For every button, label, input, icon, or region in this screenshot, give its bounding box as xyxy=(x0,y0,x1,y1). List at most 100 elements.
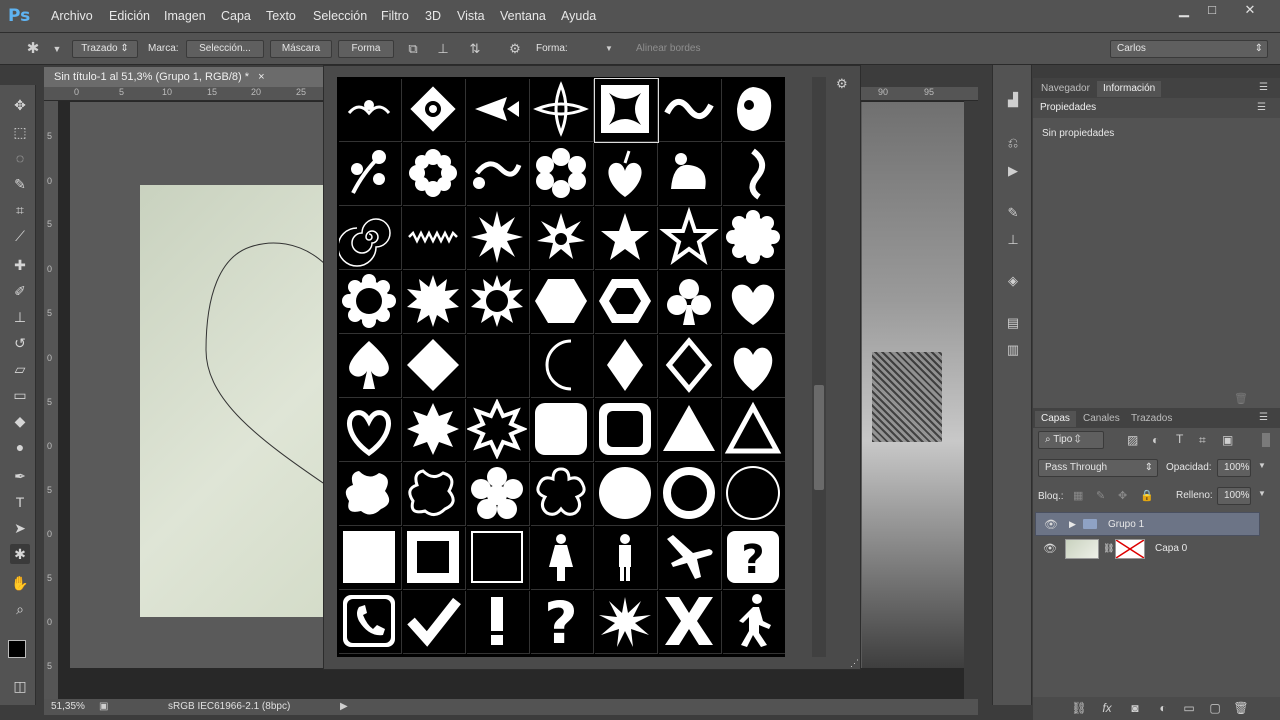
link-layers-icon[interactable]: ⛓ xyxy=(1071,701,1087,717)
close-icon[interactable]: ✕ xyxy=(1236,2,1264,20)
shape-exclamation[interactable] xyxy=(467,591,530,654)
shape-ornament-1[interactable] xyxy=(339,79,402,142)
path-select-tool-icon[interactable]: ➤ xyxy=(10,518,30,538)
shape-ring[interactable] xyxy=(659,463,722,526)
trash-icon[interactable]: 🗑 xyxy=(1233,701,1249,717)
add-mask-icon[interactable]: ◙ xyxy=(1127,701,1143,717)
shape-heart-outline[interactable] xyxy=(339,399,402,462)
adjustment-layer-icon[interactable]: ◐ xyxy=(1155,701,1171,717)
shape-ornament-2[interactable] xyxy=(403,79,466,142)
shape-heart-2[interactable] xyxy=(723,335,785,398)
image-filter-icon[interactable]: ▨ xyxy=(1127,433,1138,447)
shape-floral-4[interactable] xyxy=(723,143,785,206)
shape-x[interactable] xyxy=(659,591,722,654)
3d-cube-icon[interactable]: ◈ xyxy=(1003,271,1023,291)
path-operations-icon[interactable]: ⧉ xyxy=(404,41,422,57)
gear-icon[interactable]: ⚙ xyxy=(836,76,848,92)
brush-preset-icon[interactable]: ✎ xyxy=(1003,203,1023,223)
shape-seal-2[interactable] xyxy=(467,271,530,334)
zoom-tool-icon[interactable]: ⌕ xyxy=(10,599,30,619)
menu-edicion[interactable]: Edición xyxy=(109,9,150,23)
shape-flower-2[interactable] xyxy=(531,143,594,206)
shape-square[interactable] xyxy=(339,527,402,590)
filter-toggle[interactable] xyxy=(1262,433,1270,447)
mask-button[interactable]: Máscara xyxy=(270,40,332,58)
chevron-down-icon[interactable]: ▼ xyxy=(600,41,618,57)
eraser-tool-icon[interactable]: ▱ xyxy=(10,359,30,379)
lock-transparent-icon[interactable]: ▦ xyxy=(1073,489,1083,502)
menu-capa[interactable]: Capa xyxy=(221,9,251,23)
lock-all-icon[interactable]: 🔒 xyxy=(1140,489,1154,502)
scrollbar-track[interactable] xyxy=(812,77,826,657)
layer-row[interactable]: 👁 ⛓ Capa 0 xyxy=(1035,537,1260,561)
history-icon[interactable]: ⎌ xyxy=(1003,133,1023,153)
selection-button[interactable]: Selección... xyxy=(186,40,264,58)
tab-capas[interactable]: Capas xyxy=(1035,411,1076,427)
tab-informacion[interactable]: Información xyxy=(1097,81,1162,97)
shape-ornament-4[interactable] xyxy=(531,79,594,142)
shape-flower-5[interactable] xyxy=(467,463,530,526)
quick-mask-icon[interactable]: ◫ xyxy=(10,676,30,696)
type-tool-icon[interactable]: T xyxy=(10,492,30,512)
shape-man[interactable] xyxy=(595,527,658,590)
workspace-select[interactable]: Carlos ⇕ xyxy=(1110,40,1268,58)
menu-ventana[interactable]: Ventana xyxy=(500,9,546,23)
shape-button[interactable]: Forma xyxy=(338,40,394,58)
shape-flower-1[interactable] xyxy=(403,143,466,206)
menu-3d[interactable]: 3D xyxy=(425,9,441,23)
menu-seleccion[interactable]: Selección xyxy=(313,9,367,23)
shape-star-5[interactable] xyxy=(595,207,658,270)
shape-heart[interactable] xyxy=(723,271,785,334)
shape-ornament-3[interactable] xyxy=(467,79,530,142)
shape-phone-box[interactable] xyxy=(339,591,402,654)
new-layer-icon[interactable]: ▢ xyxy=(1207,701,1223,717)
marquee-tool-icon[interactable]: ⬚ xyxy=(10,122,30,142)
chevron-down-icon[interactable]: ▼ xyxy=(48,41,66,57)
chevron-down-icon[interactable]: ▼ xyxy=(1258,461,1266,470)
fill-input[interactable]: 100% xyxy=(1217,487,1251,505)
shape-airplane[interactable] xyxy=(659,527,722,590)
document-info-icon[interactable]: ▣ xyxy=(99,701,108,712)
mode-select[interactable]: Trazado ⇕ xyxy=(72,40,138,58)
custom-shape-tool-icon[interactable]: ✱ xyxy=(10,544,30,564)
play-icon[interactable]: ▶ xyxy=(340,701,348,712)
eyedropper-tool-icon[interactable]: ⟋ xyxy=(10,226,30,246)
shape-ornament-5[interactable] xyxy=(594,78,659,143)
shape-square-frame-thin[interactable] xyxy=(467,527,530,590)
pen-tool-icon[interactable]: ✒ xyxy=(10,466,30,486)
healing-brush-tool-icon[interactable]: ✚ xyxy=(10,255,30,275)
menu-vista[interactable]: Vista xyxy=(457,9,485,23)
type-filter-icon[interactable]: T xyxy=(1176,432,1183,446)
actions-icon[interactable]: ▶ xyxy=(1003,161,1023,181)
mask-thumbnail[interactable] xyxy=(1115,539,1145,559)
shape-seal-1[interactable] xyxy=(403,271,466,334)
new-group-icon[interactable]: ▭ xyxy=(1181,701,1197,717)
shape-question[interactable]: ? xyxy=(531,591,594,654)
shape-filter-icon[interactable]: ⌗ xyxy=(1199,433,1206,448)
crop-tool-icon[interactable]: ⌗ xyxy=(10,200,30,220)
histogram-icon[interactable]: ▟ xyxy=(1003,90,1023,110)
chevron-down-icon[interactable]: ▼ xyxy=(1258,489,1266,498)
gradient-tool-icon[interactable]: ▭ xyxy=(10,385,30,405)
panel-menu-icon[interactable]: ☰ xyxy=(1259,82,1268,93)
path-arrangement-icon[interactable]: ⇅ xyxy=(466,41,484,57)
character-icon[interactable]: ▥ xyxy=(1003,340,1023,360)
shape-star-burst-12[interactable] xyxy=(467,207,530,270)
disclosure-triangle-icon[interactable]: ▶ xyxy=(1069,519,1076,530)
fx-icon[interactable]: fx xyxy=(1099,701,1115,717)
scrollbar-thumb[interactable] xyxy=(814,385,824,490)
move-tool-icon[interactable]: ✥ xyxy=(10,95,30,115)
eye-icon[interactable]: 👁 xyxy=(1044,518,1058,531)
layer-row-group[interactable]: 👁 ▶ Grupo 1 xyxy=(1035,512,1260,536)
shape-rounded-square-outline[interactable] xyxy=(595,399,658,462)
shape-floral-1[interactable] xyxy=(339,143,402,206)
adjustment-filter-icon[interactable]: ◐ xyxy=(1152,433,1159,447)
zoom-level[interactable]: 51,35% xyxy=(51,701,85,712)
shape-starburst[interactable] xyxy=(595,591,658,654)
shape-ornament-7[interactable] xyxy=(723,79,785,142)
chain-link-icon[interactable]: ⛓ xyxy=(1103,543,1114,554)
shape-rounded-square[interactable] xyxy=(531,399,594,462)
shape-diamond-outline[interactable] xyxy=(659,335,722,398)
shape-blob-outline[interactable] xyxy=(403,463,466,526)
shape-star-8-outline[interactable] xyxy=(467,399,530,462)
